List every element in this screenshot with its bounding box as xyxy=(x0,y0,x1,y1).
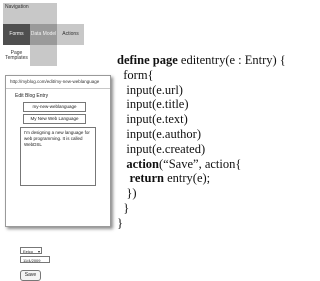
code-text: (“Save”, action{ xyxy=(159,156,242,171)
grid-cell-data-model: Data Model xyxy=(30,24,57,45)
url-input[interactable]: my-new-weblanguage xyxy=(23,102,86,112)
chevron-down-icon: ▾ xyxy=(37,249,40,254)
grid-cell-actions: Actions xyxy=(57,24,84,45)
code-line: return entry(e); xyxy=(117,171,286,186)
grid-cell xyxy=(30,3,57,24)
code-line: input(e.author) xyxy=(117,126,202,141)
form-heading: Edit Blog Entry xyxy=(15,93,49,99)
code-line: } xyxy=(117,215,123,230)
code-line: action(“Save”, action{ xyxy=(117,157,286,172)
code-line: input(e.created) xyxy=(117,141,206,156)
title-input[interactable]: My New Web Language xyxy=(23,114,86,124)
code-listing: define page editentry(e : Entry) { form{… xyxy=(117,53,286,231)
browser-page-mockup: http://myblog.com/edit/my-new-weblanguag… xyxy=(5,75,111,281)
author-select[interactable]: Eelco ▾ xyxy=(20,247,42,254)
code-line: input(e.title) xyxy=(117,97,189,112)
created-date-input[interactable]: 11/4/2009 xyxy=(20,256,50,263)
code-keyword: define page xyxy=(117,53,178,67)
code-keyword: action xyxy=(126,156,160,171)
code-line: define page editentry(e : Entry) { xyxy=(117,53,286,68)
code-keyword: return xyxy=(129,171,165,186)
grid-cell xyxy=(30,45,57,66)
grid-cell xyxy=(57,45,84,66)
save-button[interactable]: Save xyxy=(20,270,41,281)
code-line: input(e.url) xyxy=(117,82,183,97)
author-select-value: Eelco xyxy=(23,249,34,254)
grid-cell-navigation: Navigation xyxy=(3,3,30,24)
navigation-grid: Navigation Forms Data Model Actions Page… xyxy=(3,3,84,66)
code-text: entry(e); xyxy=(164,171,211,186)
grid-cell-page-templates: Page Templates xyxy=(3,45,30,66)
grid-cell-forms: Forms xyxy=(3,24,30,45)
code-line: }) xyxy=(117,186,137,201)
code-text: editentry(e : Entry) { xyxy=(177,53,286,67)
code-line: } xyxy=(117,200,130,215)
code-line: form{ xyxy=(117,67,154,82)
grid-cell xyxy=(57,3,84,24)
address-bar[interactable]: http://myblog.com/edit/my-new-weblanguag… xyxy=(6,76,110,89)
text-area[interactable]: I'm designing a new language for web pro… xyxy=(20,127,96,186)
code-line: input(e.text) xyxy=(117,112,188,127)
